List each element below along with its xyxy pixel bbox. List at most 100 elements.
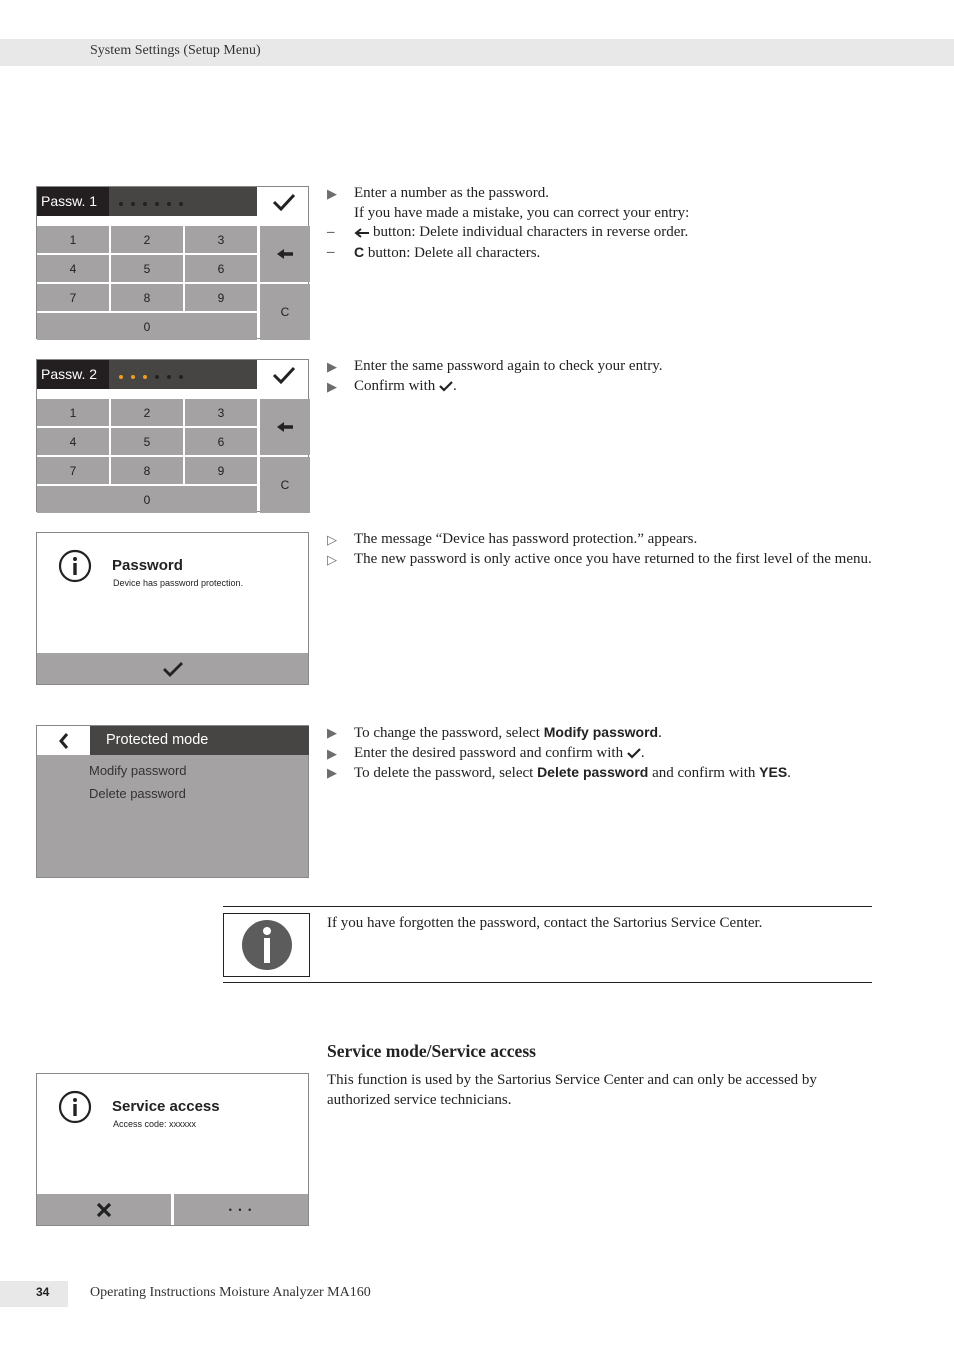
cancel-button[interactable]: [37, 1194, 171, 1225]
arrow-left-icon: [354, 227, 369, 238]
key-2[interactable]: 2: [111, 399, 183, 426]
back-button[interactable]: [37, 726, 90, 755]
section-body: This function is used by the Sartorius S…: [327, 1072, 817, 1108]
dialog-title: Password: [112, 557, 183, 574]
result-triangle-icon: ▷: [327, 551, 337, 567]
key-5[interactable]: 5: [111, 428, 183, 455]
key-1[interactable]: 1: [37, 399, 109, 426]
note-text: If you have forgotten the password, cont…: [327, 915, 763, 931]
key-7[interactable]: 7: [37, 284, 109, 311]
step-text: .: [658, 725, 662, 741]
key-8[interactable]: 8: [111, 284, 183, 311]
password-dots: [119, 202, 183, 206]
password-dot: [119, 202, 123, 206]
note-icon-box: [223, 913, 310, 977]
password-dot: [179, 202, 183, 206]
result-text: The message “Device has password protect…: [354, 531, 698, 547]
key-label: C: [354, 243, 365, 260]
key-0[interactable]: 0: [37, 313, 257, 340]
clear-button[interactable]: C: [260, 284, 310, 340]
backspace-button[interactable]: [260, 399, 310, 455]
step-text: Enter the same password again to check y…: [354, 358, 663, 374]
sub-text: button: Delete all characters.: [364, 244, 541, 261]
backspace-button[interactable]: [260, 226, 310, 282]
step-text: Enter a number as the password.: [354, 185, 549, 201]
instructions-password-entry: ▶ Enter a number as the password. If you …: [327, 184, 689, 263]
close-icon: [96, 1202, 112, 1217]
header-title: System Settings (Setup Menu): [90, 43, 261, 58]
section-heading: Service mode/Service access: [327, 1041, 536, 1061]
keypad-label: Passw. 1: [37, 187, 109, 216]
key-3[interactable]: 3: [185, 399, 257, 426]
info-icon: [241, 920, 292, 970]
password-dot: [119, 375, 123, 379]
key-4[interactable]: 4: [37, 428, 109, 455]
key-8[interactable]: 8: [111, 457, 183, 484]
step-text: Confirm with: [354, 377, 439, 394]
password-dot: [131, 202, 135, 206]
key-7[interactable]: 7: [37, 457, 109, 484]
password-dot: [179, 375, 183, 379]
password-dot: [167, 375, 171, 379]
clear-button[interactable]: C: [260, 457, 310, 513]
key-3[interactable]: 3: [185, 226, 257, 253]
confirm-button[interactable]: [258, 360, 309, 389]
dialog-message: Device has password protection.: [113, 578, 244, 588]
password-keypad-2: Passw. 2 123 456 7890C: [36, 359, 310, 513]
action-triangle-icon: ▶: [327, 725, 337, 740]
key-1[interactable]: 1: [37, 226, 109, 253]
password-dot: [155, 375, 159, 379]
action-triangle-icon: ▶: [327, 765, 337, 780]
result-triangle-icon: ▷: [327, 532, 337, 547]
key-2[interactable]: 2: [111, 226, 183, 253]
key-6[interactable]: 6: [185, 255, 257, 282]
note-text: If you have made a mistake, you can corr…: [354, 204, 690, 221]
key-0[interactable]: 0: [37, 486, 257, 513]
menu-item-modify-password[interactable]: Modify password: [89, 763, 187, 778]
dash: –: [327, 224, 335, 240]
confirm-button[interactable]: [37, 653, 308, 684]
step-text: .: [640, 744, 645, 761]
confirm-button[interactable]: [258, 187, 309, 216]
step-text: To delete the password, select: [354, 765, 538, 781]
bold-term: YES: [759, 764, 788, 780]
action-triangle-icon: ▶: [327, 745, 337, 761]
note-divider-top: [223, 906, 872, 907]
step-text: .: [453, 377, 457, 394]
instructions-result: ▷ The message “Device has password protec…: [327, 530, 872, 569]
key-5[interactable]: 5: [111, 255, 183, 282]
more-button[interactable]: • • •: [174, 1194, 308, 1225]
footer-title: Operating Instructions Moisture Analyzer…: [90, 1285, 371, 1300]
protected-mode-menu: Protected mode Modify password Delete pa…: [36, 725, 309, 878]
check-icon: [627, 747, 641, 759]
arrow-left-icon: [277, 422, 293, 432]
check-icon: [272, 366, 295, 384]
action-triangle-icon: ▶: [327, 186, 337, 201]
info-icon: [58, 549, 92, 583]
password-field[interactable]: [109, 187, 257, 216]
key-9[interactable]: 9: [185, 457, 257, 484]
keypad-grid: 123 456 7890C: [37, 226, 310, 340]
menu-item-delete-password[interactable]: Delete password: [89, 786, 186, 801]
step-text: and confirm with: [648, 765, 760, 781]
check-icon: [439, 380, 453, 392]
instructions-password-confirm: ▶ Enter the same password again to check …: [327, 357, 663, 396]
note-divider-bottom: [223, 982, 872, 983]
key-9[interactable]: 9: [185, 284, 257, 311]
password-field[interactable]: [109, 360, 257, 389]
password-dot: [155, 202, 159, 206]
chevron-left-icon: [58, 732, 68, 749]
password-dot: [131, 375, 135, 379]
key-6[interactable]: 6: [185, 428, 257, 455]
dialog-title: Service access: [112, 1098, 220, 1115]
key-4[interactable]: 4: [37, 255, 109, 282]
menu-title: Protected mode: [90, 726, 309, 755]
step-text: .: [787, 765, 791, 781]
more-dots-icon: • • •: [228, 1204, 254, 1215]
dialog-message: Access code: xxxxxx: [113, 1119, 197, 1129]
check-icon: [272, 193, 295, 211]
keypad-grid: 123 456 7890C: [37, 399, 310, 513]
password-dot: [143, 202, 147, 206]
bold-term: Delete password: [537, 764, 649, 780]
dialog-button-bar: [37, 653, 308, 684]
